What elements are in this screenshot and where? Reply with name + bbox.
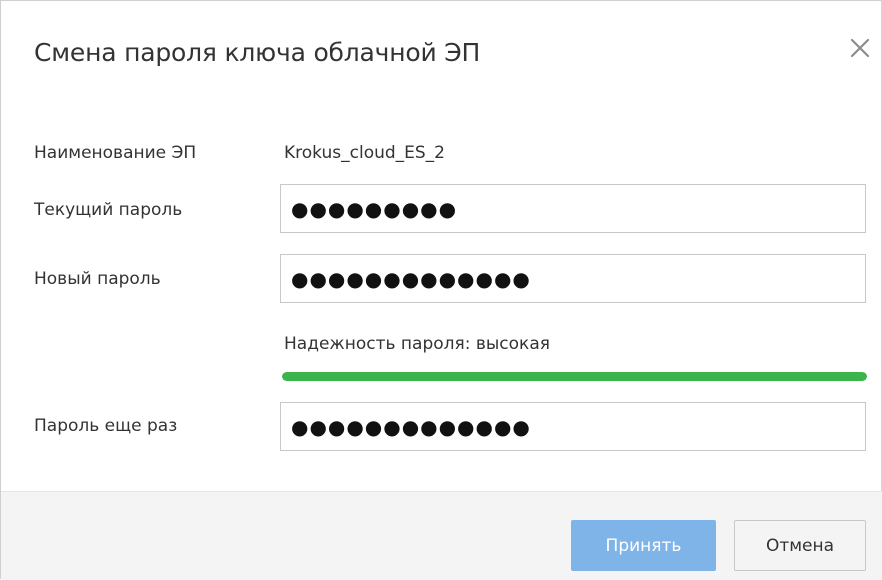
- current-password-field[interactable]: [280, 184, 866, 233]
- change-password-dialog: Смена пароля ключа облачной ЭП Наименова…: [0, 0, 882, 580]
- password-strength-bar: [282, 372, 867, 381]
- repeat-password-field[interactable]: [280, 402, 866, 451]
- dialog-footer: Принять Отмена: [1, 491, 882, 580]
- new-password-field[interactable]: [280, 254, 866, 303]
- close-icon: [850, 38, 870, 58]
- current-password-label: Текущий пароль: [34, 200, 183, 220]
- password-strength-fill: [282, 372, 867, 381]
- es-name-value: Krokus_cloud_ES_2: [284, 143, 446, 163]
- close-button[interactable]: [843, 31, 877, 65]
- dialog-title: Смена пароля ключа облачной ЭП: [34, 38, 481, 67]
- repeat-password-label: Пароль еще раз: [34, 416, 178, 436]
- es-name-label: Наименование ЭП: [34, 143, 197, 163]
- new-password-label: Новый пароль: [34, 269, 161, 289]
- accept-button[interactable]: Принять: [571, 520, 716, 571]
- password-strength-label: Надежность пароля: высокая: [284, 334, 550, 354]
- cancel-button[interactable]: Отмена: [734, 520, 866, 571]
